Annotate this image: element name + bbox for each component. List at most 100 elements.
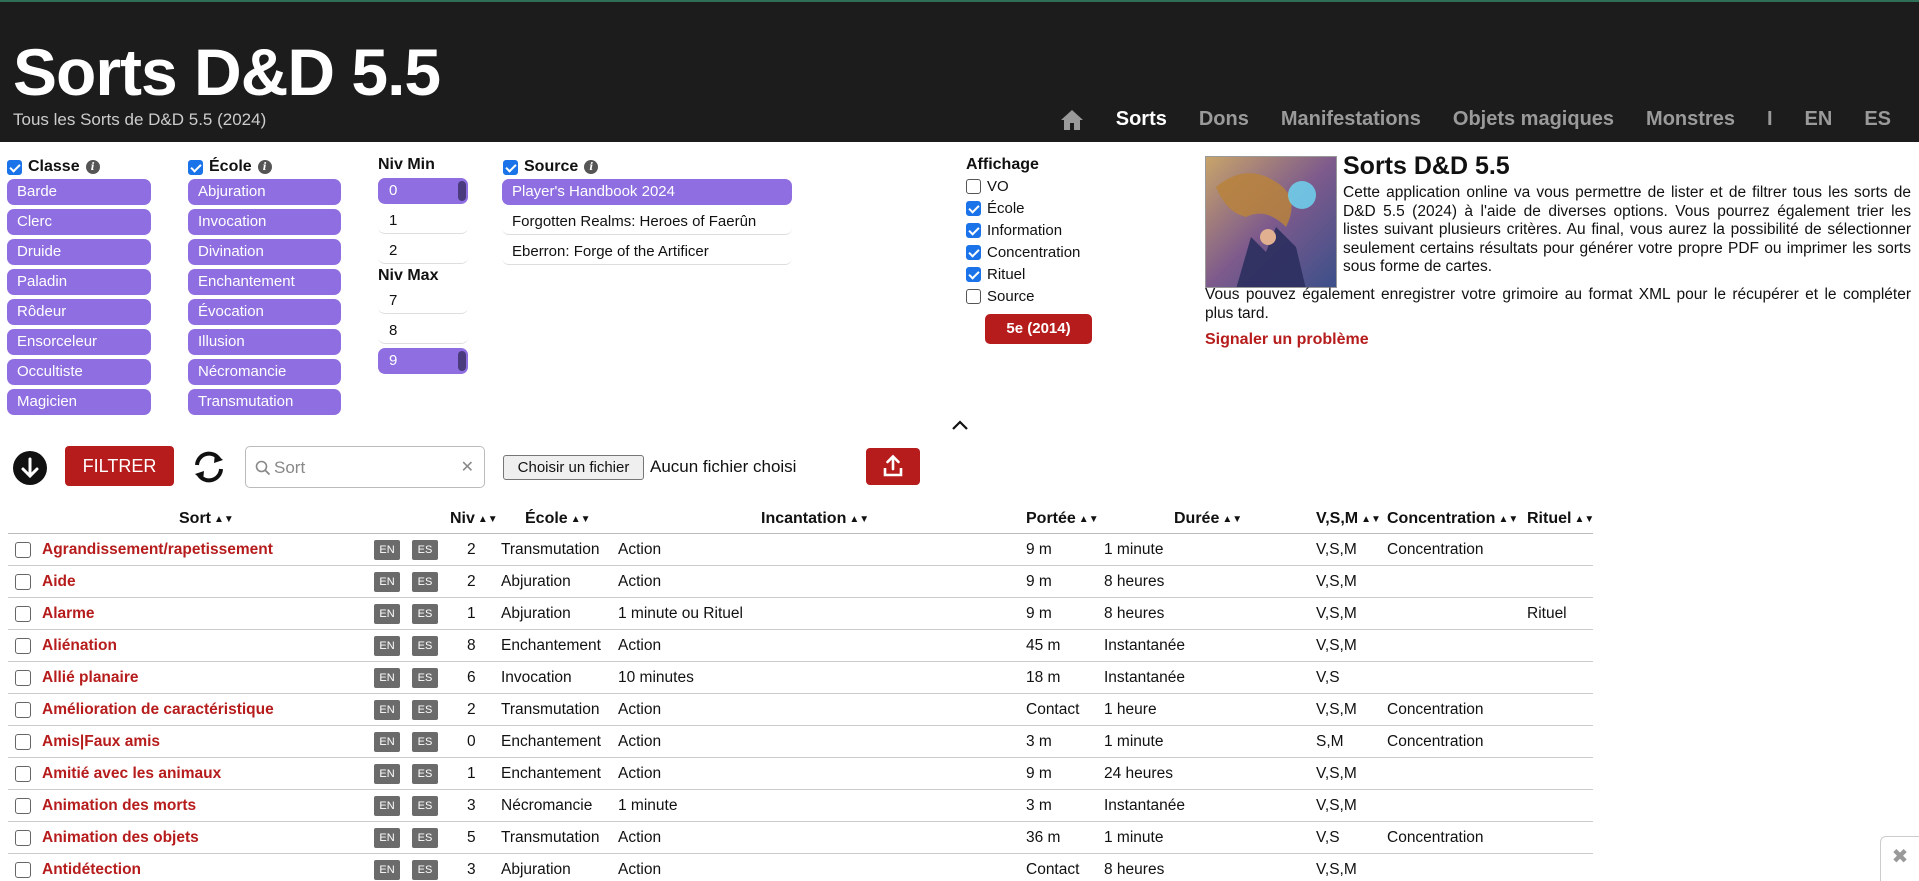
- col-header-niv[interactable]: Niv ▲▼: [450, 510, 498, 528]
- col-header-vsm[interactable]: V,S,M ▲▼: [1316, 510, 1381, 528]
- spell-name-link[interactable]: Animation des objets: [42, 829, 199, 847]
- edition-switch-button[interactable]: 5e (2014): [985, 314, 1092, 344]
- badge-es[interactable]: ES: [412, 572, 438, 592]
- classe-item[interactable]: Magicien: [7, 389, 151, 415]
- close-icon[interactable]: ✖: [1880, 836, 1919, 881]
- col-header-duree[interactable]: Durée ▲▼: [1174, 510, 1242, 528]
- vo-checkbox[interactable]: [966, 178, 981, 194]
- col-header-ecole[interactable]: École ▲▼: [525, 510, 590, 528]
- info-icon[interactable]: i: [257, 160, 272, 174]
- badge-es[interactable]: ES: [412, 860, 438, 880]
- chevron-up-icon[interactable]: [950, 418, 970, 432]
- source-option[interactable]: Forgotten Realms: Heroes of Faerûn: [502, 209, 792, 235]
- row-checkbox[interactable]: [15, 542, 31, 558]
- nav-sorts[interactable]: Sorts: [1116, 108, 1167, 131]
- classe-checkbox[interactable]: [7, 159, 22, 175]
- badge-en[interactable]: EN: [374, 828, 400, 848]
- badge-es[interactable]: ES: [412, 764, 438, 784]
- col-header-sort[interactable]: Sort ▲▼: [179, 510, 234, 528]
- spell-name-link[interactable]: Antidétection: [42, 861, 141, 879]
- ecole-item[interactable]: Abjuration: [188, 179, 341, 205]
- affichage-option-source[interactable]: Source: [966, 288, 1080, 305]
- col-header-incantation[interactable]: Incantation ▲▼: [761, 510, 869, 528]
- ecole-checkbox[interactable]: [188, 159, 203, 175]
- ecole-item[interactable]: Enchantement: [188, 269, 341, 295]
- row-checkbox[interactable]: [15, 734, 31, 750]
- filter-button[interactable]: FILTRER: [65, 446, 174, 486]
- ecole-display-checkbox[interactable]: [966, 200, 981, 216]
- spell-name-link[interactable]: Aide: [42, 573, 76, 591]
- source-checkbox[interactable]: [503, 159, 518, 175]
- row-checkbox[interactable]: [15, 798, 31, 814]
- home-icon[interactable]: [1060, 109, 1084, 131]
- spell-name-link[interactable]: Amélioration de caractéristique: [42, 701, 274, 719]
- spell-name-link[interactable]: Alarme: [42, 605, 95, 623]
- spell-name-link[interactable]: Amitié avec les animaux: [42, 765, 221, 783]
- spell-name-link[interactable]: Allié planaire: [42, 669, 138, 687]
- niv-min-option[interactable]: 1: [378, 208, 468, 234]
- badge-en[interactable]: EN: [374, 668, 400, 688]
- niv-min-option[interactable]: 0: [378, 178, 468, 204]
- nav-lang-en[interactable]: EN: [1805, 108, 1833, 131]
- col-header-portee[interactable]: Portée ▲▼: [1026, 510, 1099, 528]
- badge-es[interactable]: ES: [412, 828, 438, 848]
- badge-en[interactable]: EN: [374, 796, 400, 816]
- row-checkbox[interactable]: [15, 766, 31, 782]
- badge-es[interactable]: ES: [412, 732, 438, 752]
- badge-en[interactable]: EN: [374, 604, 400, 624]
- choose-file-button[interactable]: Choisir un fichier: [503, 455, 644, 480]
- badge-es[interactable]: ES: [412, 796, 438, 816]
- badge-en[interactable]: EN: [374, 572, 400, 592]
- niv-max-option[interactable]: 8: [378, 318, 468, 344]
- nav-objets-magiques[interactable]: Objets magiques: [1453, 108, 1614, 131]
- row-checkbox[interactable]: [15, 574, 31, 590]
- row-checkbox[interactable]: [15, 638, 31, 654]
- info-icon[interactable]: i: [85, 160, 100, 174]
- scroll-down-button[interactable]: [13, 451, 47, 485]
- row-checkbox[interactable]: [15, 670, 31, 686]
- ecole-item[interactable]: Invocation: [188, 209, 341, 235]
- information-checkbox[interactable]: [966, 222, 981, 238]
- badge-en[interactable]: EN: [374, 540, 400, 560]
- classe-item[interactable]: Occultiste: [7, 359, 151, 385]
- classe-item[interactable]: Clerc: [7, 209, 151, 235]
- affichage-option-vo[interactable]: VO: [966, 178, 1080, 195]
- classe-item[interactable]: Ensorceleur: [7, 329, 151, 355]
- spell-name-link[interactable]: Agrandissement/rapetissement: [42, 541, 273, 559]
- nav-lang-es[interactable]: ES: [1864, 108, 1891, 131]
- ecole-item[interactable]: Évocation: [188, 299, 341, 325]
- badge-en[interactable]: EN: [374, 860, 400, 880]
- badge-es[interactable]: ES: [412, 604, 438, 624]
- affichage-option-ecole[interactable]: École: [966, 200, 1080, 217]
- info-icon[interactable]: i: [584, 160, 599, 174]
- badge-es[interactable]: ES: [412, 668, 438, 688]
- classe-item[interactable]: Rôdeur: [7, 299, 151, 325]
- niv-max-option[interactable]: 9: [378, 348, 468, 374]
- source-option[interactable]: Player's Handbook 2024: [502, 179, 792, 205]
- search-input[interactable]: [274, 457, 454, 479]
- ecole-item[interactable]: Nécromancie: [188, 359, 341, 385]
- niv-max-option[interactable]: 7: [378, 288, 468, 314]
- affichage-option-information[interactable]: Information: [966, 222, 1080, 239]
- badge-en[interactable]: EN: [374, 732, 400, 752]
- nav-manifestations[interactable]: Manifestations: [1281, 108, 1421, 131]
- affichage-option-rituel[interactable]: Rituel: [966, 266, 1080, 283]
- row-checkbox[interactable]: [15, 830, 31, 846]
- col-header-rituel[interactable]: Rituel ▲▼: [1527, 510, 1594, 528]
- upload-button[interactable]: [866, 448, 920, 485]
- spell-name-link[interactable]: Animation des morts: [42, 797, 196, 815]
- refresh-button[interactable]: [190, 449, 228, 485]
- rituel-checkbox[interactable]: [966, 266, 981, 282]
- badge-es[interactable]: ES: [412, 700, 438, 720]
- report-problem-link[interactable]: Signaler un problème: [1205, 331, 1369, 349]
- ecole-item[interactable]: Divination: [188, 239, 341, 265]
- niv-min-option[interactable]: 2: [378, 238, 468, 264]
- spell-name-link[interactable]: Amis|Faux amis: [42, 733, 160, 751]
- ecole-item[interactable]: Transmutation: [188, 389, 341, 415]
- concentration-checkbox[interactable]: [966, 244, 981, 260]
- badge-en[interactable]: EN: [374, 636, 400, 656]
- nav-monstres[interactable]: Monstres: [1646, 108, 1735, 131]
- badge-es[interactable]: ES: [412, 540, 438, 560]
- classe-item[interactable]: Barde: [7, 179, 151, 205]
- spell-name-link[interactable]: Aliénation: [42, 637, 117, 655]
